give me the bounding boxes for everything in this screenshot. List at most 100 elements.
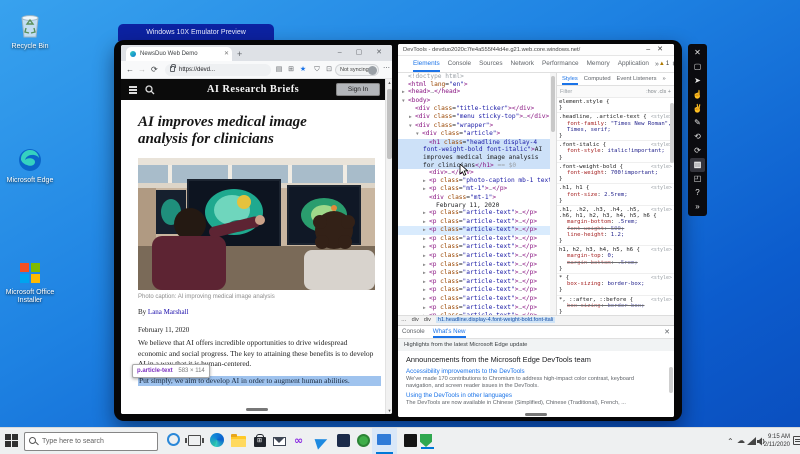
rule-source[interactable]: <style>	[651, 185, 672, 191]
action-center-icon[interactable]	[793, 436, 800, 445]
taskbar-mail[interactable]	[273, 433, 289, 449]
styles-toggles[interactable]: :hov .cls +	[646, 86, 671, 98]
pen-input-icon[interactable]: ✎	[690, 116, 705, 130]
more-icon[interactable]: »	[690, 200, 705, 214]
desktop-icon-recycle-bin[interactable]: Recycle Bin	[4, 12, 56, 51]
scroll-thumb[interactable]	[387, 89, 392, 159]
rotate-right-icon[interactable]: ⟳	[690, 144, 705, 158]
dom-tree-line[interactable]: ▶ <div class="menu sticky-top">…</div>	[398, 113, 550, 122]
devtools-tab-sources[interactable]: Sources	[479, 56, 502, 72]
taskbar-app-navy[interactable]	[337, 433, 353, 449]
scroll-up-icon[interactable]: ▲	[386, 80, 392, 85]
desktop-icon-edge[interactable]: Microsoft Edge	[4, 148, 56, 185]
emulator-window-tab[interactable]: Windows 10X Emulator Preview	[118, 24, 274, 41]
dom-tree-line[interactable]: ▶<p class="article-text">…</p>	[398, 261, 550, 270]
rule-selector[interactable]: element.style {	[559, 99, 610, 105]
breadcrumb-item[interactable]: …	[401, 317, 407, 323]
cortana-button[interactable]	[167, 433, 183, 449]
gesture-handle[interactable]	[525, 413, 547, 416]
dom-tree-line[interactable]: ▶<p class="article-text">…</p>	[398, 243, 550, 252]
dom-tree-line[interactable]: <div class="mt-1">	[398, 194, 550, 202]
style-property[interactable]: box-sizing: border-box;	[559, 303, 672, 309]
new-tab-button[interactable]: +	[237, 48, 242, 60]
whats-new-link[interactable]: Accessibility improvements to the DevToo…	[406, 368, 666, 375]
dom-tree-line[interactable]: ▼ <div class="wrapper">	[398, 122, 550, 131]
rule-selector[interactable]: .font-weight-bold {	[559, 164, 623, 170]
rule-source[interactable]: <style>	[651, 275, 672, 281]
browser-menu-icon[interactable]: ⋯	[383, 64, 390, 72]
rule-selector[interactable]: h1, h2, h3, h4, h5, h6 {	[559, 247, 640, 253]
devtools-tab-performance[interactable]: Performance	[542, 56, 579, 72]
taskbar-app-green[interactable]	[357, 433, 373, 449]
taskbar-file-explorer[interactable]	[231, 433, 247, 449]
taskbar-store[interactable]	[252, 433, 268, 449]
dom-tree-line[interactable]: ▶<p class="article-text">…</p>	[398, 235, 550, 244]
devtools-tab-application[interactable]: Application	[618, 56, 649, 72]
dom-tree-line[interactable]: <h1 class="headline display-4 font-weigh…	[398, 138, 550, 170]
url-field[interactable]: https://devd...	[165, 64, 271, 76]
collections-icon[interactable]: ⊞	[286, 65, 296, 75]
drawer-scrollbar[interactable]	[669, 367, 673, 416]
rule-selector[interactable]: .h1, h1 {	[559, 185, 589, 191]
touch-mode-icon[interactable]: ☝	[690, 88, 705, 102]
dom-tree-line[interactable]: ▶<p class="article-text">…</p>	[398, 209, 550, 218]
styles-more-icon[interactable]: »	[663, 73, 666, 85]
forward-icon[interactable]: →	[138, 61, 146, 79]
dom-tree-line[interactable]: <div>…</div>	[398, 169, 550, 177]
taskbar-share-app[interactable]	[314, 433, 332, 450]
rule-selector[interactable]: .headline, .article-text {	[559, 114, 647, 120]
dom-tree-line[interactable]: February 11, 2020	[398, 202, 550, 210]
drawer-tab-console[interactable]: Console	[402, 326, 425, 338]
rule-selector[interactable]: * {	[559, 275, 569, 281]
dom-tree-line[interactable]: ▶<p class="article-text">…</p>	[398, 269, 550, 278]
profile-button[interactable]: Not syncing	[335, 64, 379, 76]
dom-tree-line[interactable]: ▶ <p class="mt-1">…</p>	[398, 185, 550, 194]
rule-selector[interactable]: *, ::after, ::before {	[559, 297, 633, 303]
rule-selector[interactable]: .font-italic {	[559, 142, 606, 148]
settings-gear-icon[interactable]: ⚙	[672, 60, 674, 68]
dom-tree-line[interactable]: ▶<p class="article-text">…</p>	[398, 226, 550, 235]
scroll-down-icon[interactable]: ▼	[386, 408, 392, 413]
devtools-window-controls[interactable]: –✕	[646, 44, 670, 55]
devtools-tab-elements[interactable]: Elements	[413, 56, 440, 72]
dom-tree-line[interactable]: ▼ <body>	[398, 97, 550, 106]
devtools-tab-console[interactable]: Console	[448, 56, 471, 72]
task-view-button[interactable]	[185, 433, 204, 449]
close-icon[interactable]: ✕	[690, 46, 705, 60]
sign-in-button[interactable]: Sign In	[336, 83, 380, 96]
dom-tree-line[interactable]: ▶<p class="article-text">…</p>	[398, 286, 550, 295]
author-link[interactable]: Lana Marshall	[148, 308, 189, 316]
breadcrumb-item[interactable]: div	[412, 317, 419, 323]
drawer-tab-what-s-new[interactable]: What's New	[432, 326, 466, 338]
dom-tree-line[interactable]: ▶ <head>…</head>	[398, 88, 550, 97]
gesture-handle[interactable]	[245, 408, 268, 411]
mouse-mode-icon[interactable]: ➤	[690, 74, 705, 88]
dom-tree-line[interactable]: ▼ <div class="article">	[398, 130, 550, 139]
dom-tree-line[interactable]: ▶<p class="photo-caption mb-1 text-muted…	[398, 177, 550, 186]
style-property[interactable]: font-family: "Times New Roman", Times, s…	[559, 121, 672, 133]
breadcrumb-item[interactable]: div	[424, 317, 431, 323]
tray-network-icon[interactable]	[747, 437, 756, 446]
style-property[interactable]: font-weight: 500;	[559, 226, 672, 232]
taskbar-edge[interactable]	[210, 433, 226, 449]
dom-tree-line[interactable]: <!doctype html>	[398, 73, 550, 81]
taskbar-clock[interactable]: 9:15 AM 2/11/2020	[760, 433, 790, 449]
devtools-tab-memory[interactable]: Memory	[587, 56, 610, 72]
tray-chevron-icon[interactable]: ⌃	[727, 437, 734, 447]
devtools-tab-network[interactable]: Network	[511, 56, 534, 72]
fold-posture-icon[interactable]: ◰	[690, 172, 705, 186]
taskbar-app-black[interactable]	[404, 433, 420, 449]
refresh-icon[interactable]: ⟳	[151, 61, 158, 79]
style-property[interactable]: margin-bottom: .5rem;	[559, 260, 672, 266]
dom-tree-line[interactable]: ▶<p class="article-text">…</p>	[398, 295, 550, 304]
extensions-icon[interactable]: ⊡	[324, 65, 334, 75]
taskbar-defender[interactable]	[420, 433, 436, 449]
styles-tab-styles[interactable]: Styles	[562, 73, 578, 85]
taskbar-search[interactable]: Type here to search	[24, 432, 158, 451]
styles-tab-event-listeners[interactable]: Event Listeners	[617, 73, 657, 85]
browser-tab[interactable]: NewsDuo Web Demo ✕	[126, 47, 232, 61]
warning-badge[interactable]: ▲1	[659, 61, 669, 67]
dom-tree-line[interactable]: ▶<p class="article-text">…</p>	[398, 252, 550, 261]
dual-screen-icon[interactable]: ▥	[690, 158, 705, 172]
dom-tree-line[interactable]: ▶<p class="article-text">…</p>	[398, 218, 550, 227]
